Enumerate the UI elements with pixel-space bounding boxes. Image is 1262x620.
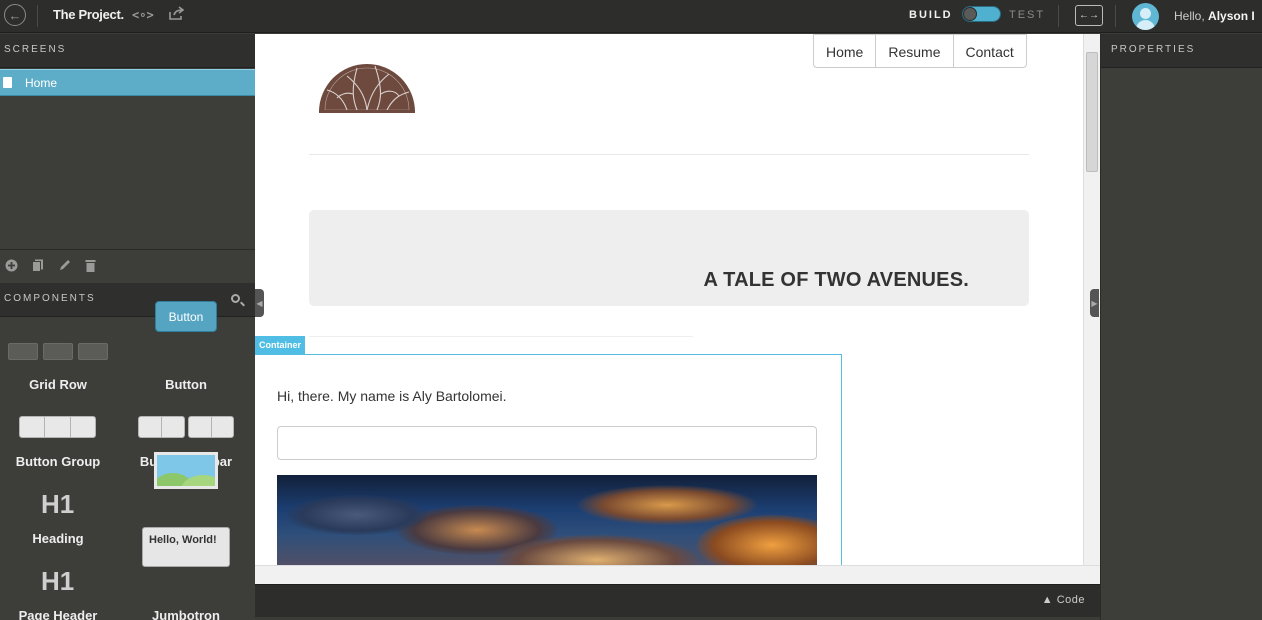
share-icon[interactable] (168, 6, 185, 26)
project-title: The Project. (53, 7, 124, 22)
group-segment (189, 417, 212, 437)
scrollbar-thumb[interactable] (1086, 52, 1098, 172)
collapse-left-panel-icon[interactable]: ◀ (255, 289, 264, 317)
nav-pills: Home Resume Contact (813, 34, 1027, 68)
avatar-head (1140, 8, 1151, 19)
group-segment (71, 417, 95, 437)
button-toolbar-icon (188, 416, 234, 438)
nav-resume[interactable]: Resume (875, 34, 954, 68)
code-label: Code (1056, 594, 1085, 606)
divider (1058, 5, 1059, 27)
collapse-right-panel-icon[interactable]: ▶ (1090, 289, 1099, 317)
component-label-button-group[interactable]: Button Group (0, 454, 122, 469)
toggle-knob (963, 7, 977, 21)
grid-row-icon (78, 343, 108, 360)
add-icon[interactable] (5, 259, 18, 275)
image-icon[interactable] (154, 452, 218, 489)
screens-header: SCREENS (0, 34, 255, 68)
group-segment (162, 417, 184, 437)
horizontal-scrollbar[interactable] (255, 565, 1100, 584)
design-canvas[interactable]: Home Resume Contact A TALE OF TWO AVENUE… (255, 34, 1100, 584)
duplicate-icon[interactable] (32, 259, 44, 275)
code-view-icon[interactable]: <∘> (132, 8, 154, 22)
cloud (287, 495, 427, 535)
search-icon[interactable] (231, 294, 240, 303)
back-arrow-icon[interactable]: ← (4, 4, 26, 26)
group-segment (139, 417, 162, 437)
h1-icon[interactable]: H1 (41, 566, 74, 597)
component-label-jumbotron[interactable]: Jumbotron (122, 608, 250, 620)
avatar-body (1136, 20, 1155, 30)
sunset-image[interactable] (277, 475, 817, 575)
group-segment (212, 417, 234, 437)
code-bar: ▲ Code (255, 584, 1100, 617)
build-test-toggle[interactable] (962, 6, 1001, 22)
group-segment (45, 417, 71, 437)
nav-contact[interactable]: Contact (952, 34, 1027, 68)
divider (309, 154, 1029, 155)
properties-panel: PROPERTIES (1100, 34, 1262, 620)
divider (1115, 5, 1116, 27)
delete-icon[interactable] (85, 259, 96, 275)
divider (37, 5, 38, 27)
logo (317, 54, 417, 119)
user-greeting[interactable]: Hello, Alyson I (1174, 9, 1255, 23)
page-icon (3, 77, 12, 88)
build-mode-label[interactable]: BUILD (909, 9, 953, 21)
properties-header: PROPERTIES (1101, 34, 1262, 68)
nav-home[interactable]: Home (813, 34, 877, 68)
avatar[interactable] (1132, 3, 1159, 30)
greeting-prefix: Hello, (1174, 9, 1205, 23)
component-label-button[interactable]: Button (122, 377, 250, 392)
container-tag[interactable]: Container (255, 336, 306, 354)
text-input[interactable] (277, 426, 817, 460)
jumbotron-title: A TALE OF TWO AVENUES. (703, 269, 969, 291)
component-label-heading[interactable]: Heading (0, 531, 122, 546)
group-segment (20, 417, 46, 437)
jumbotron[interactable]: A TALE OF TWO AVENUES. (309, 210, 1029, 306)
divider (309, 336, 693, 337)
greeting-text[interactable]: Hi, there. My name is Aly Bartolomei. (277, 388, 507, 404)
user-name: Alyson I (1208, 9, 1255, 23)
jumbotron-preview-text: Hello, World! (149, 534, 217, 546)
jumbotron-icon[interactable]: Hello, World! (142, 527, 230, 567)
grid-row-icon[interactable] (8, 343, 38, 360)
resize-width-icon[interactable]: ←→ (1075, 5, 1103, 26)
top-toolbar: ← The Project. <∘> BUILD TEST ←→ Hello, … (0, 0, 1262, 33)
h1-icon[interactable]: H1 (41, 489, 74, 520)
test-mode-label[interactable]: TEST (1009, 9, 1045, 21)
component-label-grid-row[interactable]: Grid Row (0, 377, 122, 392)
edit-icon[interactable] (58, 259, 71, 275)
screen-item-label: Home (25, 76, 58, 90)
button-group-icon[interactable] (19, 416, 96, 438)
code-toggle[interactable]: ▲ Code (1042, 594, 1085, 606)
component-label-page-header[interactable]: Page Header (0, 608, 122, 620)
screen-tools (0, 249, 255, 283)
button-preview[interactable]: Button (155, 301, 217, 332)
screen-item-home[interactable]: Home (0, 69, 255, 96)
grid-row-icon (43, 343, 73, 360)
button-toolbar-icon[interactable] (138, 416, 185, 438)
